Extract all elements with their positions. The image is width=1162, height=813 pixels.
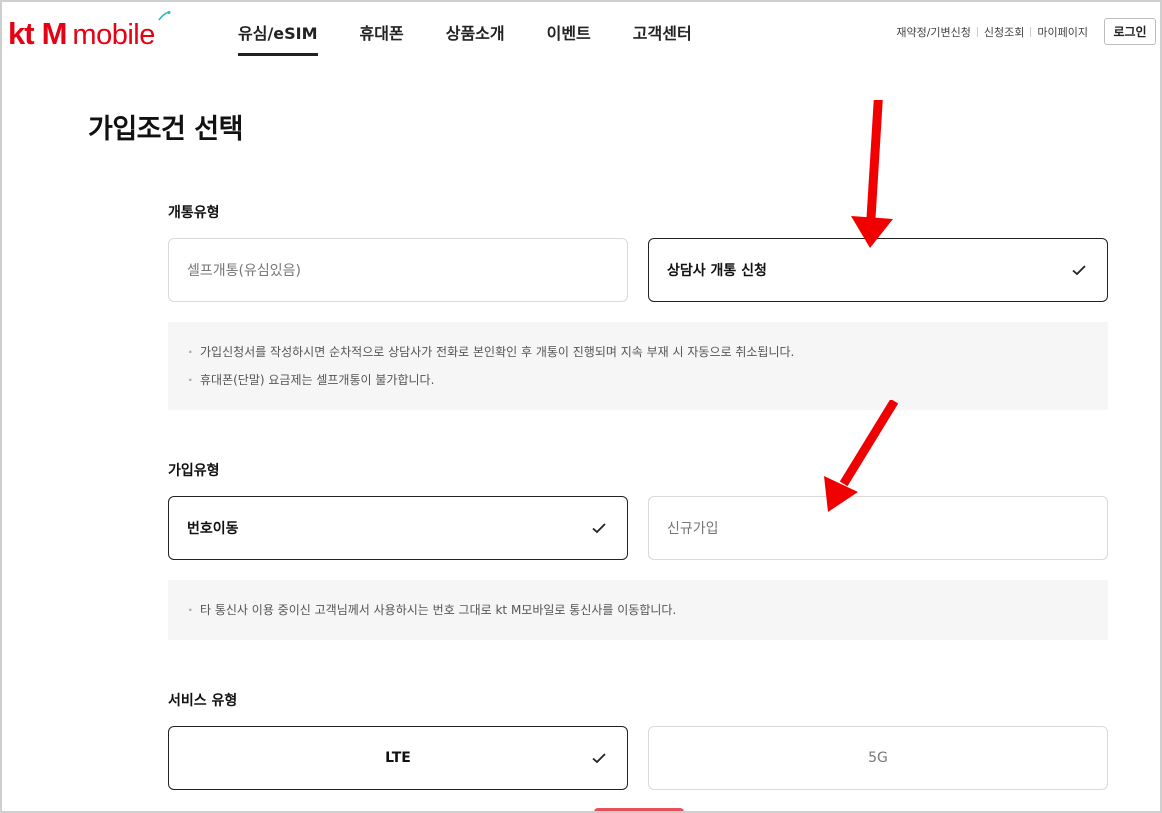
page-title: 가입조건 선택 xyxy=(88,114,243,145)
check-icon xyxy=(1072,265,1086,276)
logo-m-text: M xyxy=(41,16,68,51)
option-label: 셀프개통(유심있음) xyxy=(187,263,301,279)
utility-links: 재약정/기변신청 신청조회 마이페이지 xyxy=(896,24,1088,40)
nav-item-customer-center[interactable]: 고객센터 xyxy=(633,20,692,54)
nav-item-phone[interactable]: 휴대폰 xyxy=(360,20,404,54)
option-label: 신규가입 xyxy=(667,521,719,537)
logo-mobile-text: mobile xyxy=(72,19,155,51)
util-link-recontract[interactable]: 재약정/기변신청 xyxy=(896,24,971,40)
kt-m-mobile-logo[interactable]: kt M mobile xyxy=(8,16,155,51)
check-icon xyxy=(592,753,606,764)
option-label: 5G xyxy=(868,750,888,766)
main-nav: 유심/eSIM 휴대폰 상품소개 이벤트 고객센터 xyxy=(238,20,734,56)
util-divider xyxy=(1030,27,1032,37)
page-frame: kt M mobile 유심/eSIM 휴대폰 상품소개 이벤트 고객센터 재약… xyxy=(0,0,1162,813)
option-number-portability[interactable]: 번호이동 xyxy=(168,496,628,560)
floating-button-edge[interactable] xyxy=(594,808,684,811)
nav-item-event[interactable]: 이벤트 xyxy=(547,20,591,54)
option-label: 상담사 개통 신청 xyxy=(667,263,767,279)
check-icon xyxy=(592,523,606,534)
logo-sparkle-icon xyxy=(158,11,171,21)
section-label-service-type: 서비스 유형 xyxy=(168,693,238,709)
option-lte[interactable]: LTE xyxy=(168,726,628,790)
red-arrow-diagonal-icon xyxy=(824,400,899,512)
notice-item: 타 통신사 이용 중이신 고객님께서 사용하시는 번호 그대로 kt M모바일로… xyxy=(188,596,1088,624)
section-label-join-type: 가입유형 xyxy=(168,463,220,479)
login-button[interactable]: 로그인 xyxy=(1104,18,1156,45)
nav-item-products[interactable]: 상품소개 xyxy=(446,20,505,54)
option-self-activation[interactable]: 셀프개통(유심있음) xyxy=(168,238,628,302)
option-label: LTE xyxy=(385,750,411,766)
util-link-mypage[interactable]: 마이페이지 xyxy=(1037,24,1088,40)
notice-item: 휴대폰(단말) 요금제는 셀프개통이 불가합니다. xyxy=(188,366,1088,394)
notice-item: 가입신청서를 작성하시면 순차적으로 상담사가 전화로 본인확인 후 개통이 진… xyxy=(188,338,1088,366)
notice-box-join-type: 타 통신사 이용 중이신 고객님께서 사용하시는 번호 그대로 kt M모바일로… xyxy=(168,580,1108,640)
section-label-activation: 개통유형 xyxy=(168,205,220,221)
util-link-application-status[interactable]: 신청조회 xyxy=(984,24,1024,40)
notice-box-activation: 가입신청서를 작성하시면 순차적으로 상담사가 전화로 본인확인 후 개통이 진… xyxy=(168,322,1108,410)
nav-item-usim[interactable]: 유심/eSIM xyxy=(238,20,318,56)
logo-kt-text: kt xyxy=(8,16,35,51)
util-divider xyxy=(976,27,978,37)
option-5g[interactable]: 5G xyxy=(648,726,1108,790)
option-label: 번호이동 xyxy=(187,521,239,537)
red-arrow-down-icon xyxy=(851,100,893,248)
